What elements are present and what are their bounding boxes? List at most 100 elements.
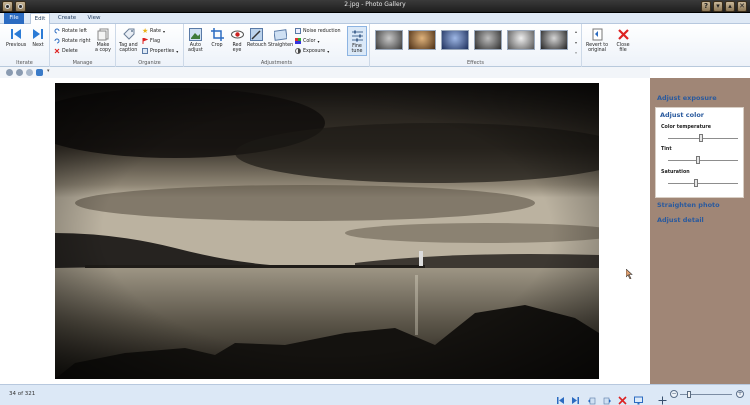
maximize-button[interactable]: ▴ [725, 1, 735, 12]
fine-tune-button[interactable]: Fine tune [347, 26, 367, 56]
tint-slider[interactable] [668, 156, 738, 164]
group-manage: Rotate left Rotate right Delete Make a c… [50, 24, 116, 67]
slider-thumb[interactable] [699, 134, 703, 142]
zoom-in-icon[interactable]: + [736, 390, 744, 398]
share-icon[interactable] [36, 69, 43, 76]
retouch-button[interactable]: Retouch [247, 27, 267, 48]
retouch-icon [250, 27, 264, 41]
tab-create[interactable]: Create [56, 13, 78, 24]
rotate-left-icon[interactable] [587, 390, 596, 405]
straighten-photo-link[interactable]: Straighten photo [657, 201, 720, 209]
group-adjustments: Auto adjust Crop Red eye Retouch Straigh… [184, 24, 370, 67]
title-bar: 2.jpg - Photo Gallery ? ▾ ▴ ✕ [0, 0, 750, 13]
expand-gallery-icon[interactable]: ▿ [573, 50, 579, 55]
noise-icon [295, 28, 301, 34]
quick-menu-icon[interactable]: ▾ [47, 68, 50, 74]
next-button[interactable]: Next [31, 27, 45, 48]
color-temperature-slider[interactable] [668, 134, 738, 142]
photo-gallery-window: 2.jpg - Photo Gallery ? ▾ ▴ ✕ File Edit … [0, 0, 750, 405]
star-icon: ★ [142, 27, 149, 35]
adjust-color-heading[interactable]: Adjust color [660, 111, 704, 119]
tab-edit[interactable]: Edit [30, 13, 50, 24]
window-title: 2.jpg - Photo Gallery [344, 1, 406, 8]
previous-button[interactable]: Previous [6, 27, 26, 48]
group-label-effects: Effects [467, 60, 484, 66]
revert-to-original-button[interactable]: Revert to original [586, 27, 608, 53]
group-iterate: Previous Next Iterate [0, 24, 50, 67]
minimize-button[interactable]: ▾ [713, 1, 723, 12]
make-copy-button[interactable]: Make a copy [95, 27, 111, 53]
zoom-thumb[interactable] [687, 391, 691, 398]
help-icon[interactable]: ? [701, 1, 711, 12]
actual-size-icon[interactable] [658, 390, 667, 405]
back-icon[interactable] [6, 69, 13, 76]
rotate-right-button[interactable]: Rotate right [54, 38, 91, 44]
straighten-button[interactable]: Straighten [268, 27, 293, 48]
group-organize: Tag and caption ★ Rate ▾ Flag Properties ▾… [116, 24, 184, 67]
close-file-button[interactable]: Close file [616, 27, 630, 53]
scroll-up-icon[interactable]: ▴ [573, 29, 579, 34]
effect-thumb-4[interactable] [474, 30, 502, 50]
zoom-out-icon[interactable]: − [670, 390, 678, 398]
exposure-button[interactable]: Exposure ▾ [295, 48, 329, 54]
rotate-left-icon [54, 28, 60, 34]
seascape-image [55, 83, 599, 379]
fine-tune-icon [350, 28, 364, 42]
color-button[interactable]: Color ▾ [295, 38, 320, 44]
slider-thumb[interactable] [696, 156, 700, 164]
photo[interactable] [55, 83, 599, 379]
effect-thumb-5[interactable] [507, 30, 535, 50]
effect-thumb-1[interactable] [375, 30, 403, 50]
last-photo-icon[interactable] [571, 390, 580, 404]
eye-icon [230, 27, 244, 41]
slider-thumb[interactable] [694, 179, 698, 187]
rotate-left-button[interactable]: Rotate left [54, 28, 87, 34]
noise-reduction-button[interactable]: Noise reduction [295, 28, 341, 34]
fine-tune-panel: Adjust exposure Adjust color Color tempe… [650, 78, 750, 384]
group-label-iterate: Iterate [16, 60, 33, 66]
next-icon [31, 27, 45, 41]
auto-adjust-button[interactable]: Auto adjust [188, 27, 203, 53]
effect-thumb-3[interactable] [441, 30, 469, 50]
photo-viewer [0, 78, 650, 384]
delete-icon [54, 48, 60, 54]
tag-caption-button[interactable]: Tag and caption [119, 27, 138, 53]
delete-button[interactable]: Delete [54, 48, 78, 54]
flag-button[interactable]: Flag [142, 38, 160, 44]
crop-button[interactable]: Crop [210, 27, 224, 48]
group-label-manage: Manage [72, 60, 93, 66]
group-effects: ▴ ▾ ▿ Effects [370, 24, 582, 67]
rate-button[interactable]: ★ Rate ▾ [142, 27, 165, 35]
group-label-adjustments: Adjustments [260, 60, 293, 66]
group-label-organize: Organize [138, 60, 161, 66]
revert-icon [590, 27, 604, 41]
red-eye-button[interactable]: Red eye [230, 27, 244, 53]
delete-icon[interactable] [618, 390, 627, 405]
close-window-button[interactable]: ✕ [737, 1, 747, 12]
tab-file[interactable]: File [4, 13, 24, 24]
auto-adjust-icon [188, 27, 202, 41]
zoom-slider[interactable] [680, 391, 732, 398]
rotate-right-icon[interactable] [603, 390, 612, 405]
effect-thumb-6[interactable] [540, 30, 568, 50]
color-temperature-label: Color temperature [661, 125, 711, 130]
scroll-down-icon[interactable]: ▾ [573, 40, 579, 45]
straighten-icon [274, 27, 288, 41]
first-photo-icon[interactable] [556, 390, 565, 404]
ribbon: Previous Next Iterate Rotate left Rotate… [0, 24, 750, 67]
forward-icon[interactable] [16, 69, 23, 76]
effects-scroll[interactable]: ▴ ▾ ▿ [573, 29, 579, 55]
saturation-label: Saturation [661, 170, 690, 175]
status-bar: 34 of 321 − + [0, 384, 750, 405]
effect-thumb-2[interactable] [408, 30, 436, 50]
tint-label: Tint [661, 147, 672, 152]
properties-button[interactable]: Properties ▾ [142, 48, 178, 54]
tab-view[interactable]: View [85, 13, 103, 24]
adjust-detail-link[interactable]: Adjust detail [657, 216, 704, 224]
mouse-cursor [625, 264, 634, 280]
saturation-slider[interactable] [668, 179, 738, 187]
undo-icon[interactable] [26, 69, 33, 76]
slideshow-icon[interactable] [634, 390, 643, 405]
adjust-color-section: Adjust color Color temperature Tint Satu… [655, 107, 744, 198]
adjust-exposure-link[interactable]: Adjust exposure [657, 94, 717, 102]
